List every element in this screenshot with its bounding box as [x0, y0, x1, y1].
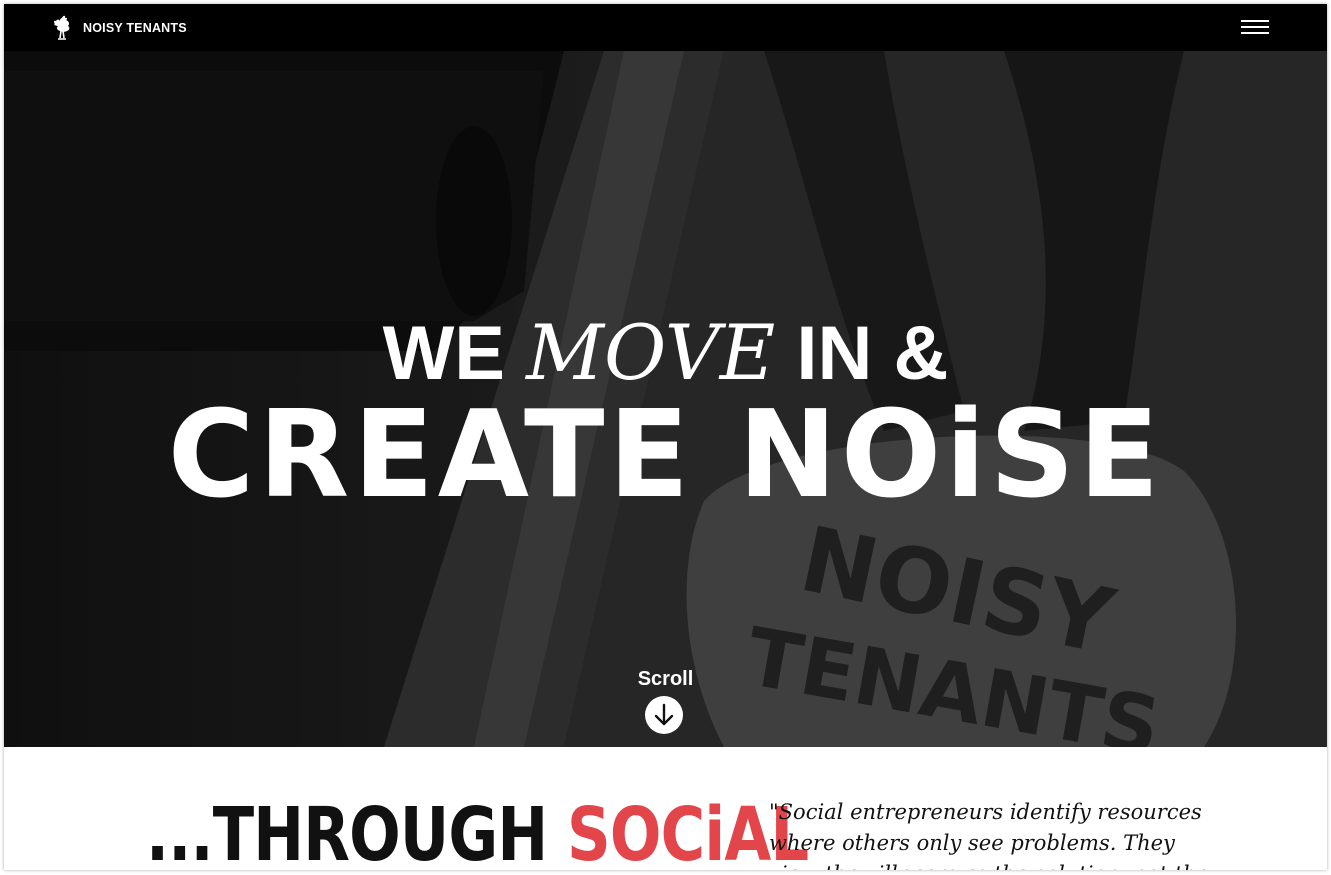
browser-viewport: NOISY TENANTS NOISY TENANTS WE MOVE IN &…: [4, 4, 1327, 870]
hero-headline-line1: WE MOVE IN &: [4, 313, 1327, 394]
top-navigation-bar: NOISY TENANTS: [4, 4, 1327, 51]
hamburger-menu-icon: [1241, 20, 1269, 22]
quote-text: "Social entrepreneurs identify resources…: [769, 800, 1209, 870]
heading-through: THROUGH: [212, 792, 548, 870]
heading-ellipsis: ...: [146, 792, 214, 870]
hero-headline-line2: CREATE NOiSE: [167, 383, 1164, 525]
hamburger-menu-button[interactable]: [1241, 20, 1269, 38]
brand-name: NOISY TENANTS: [83, 21, 187, 35]
intro-section: ...THROUGH SOCiAL "Social entrepreneurs i…: [4, 747, 1327, 870]
rooster-icon: [53, 15, 70, 40]
hero-section: NOISY TENANTS WE MOVE IN & CREATE NOiSE …: [4, 51, 1327, 747]
brand-logo[interactable]: NOISY TENANTS: [50, 15, 187, 41]
scroll-label: Scroll: [637, 668, 694, 690]
section-heading: ...THROUGH SOCiAL: [146, 792, 809, 870]
arrow-down-circle-icon: [654, 703, 674, 726]
scroll-down-button[interactable]: [645, 696, 683, 734]
